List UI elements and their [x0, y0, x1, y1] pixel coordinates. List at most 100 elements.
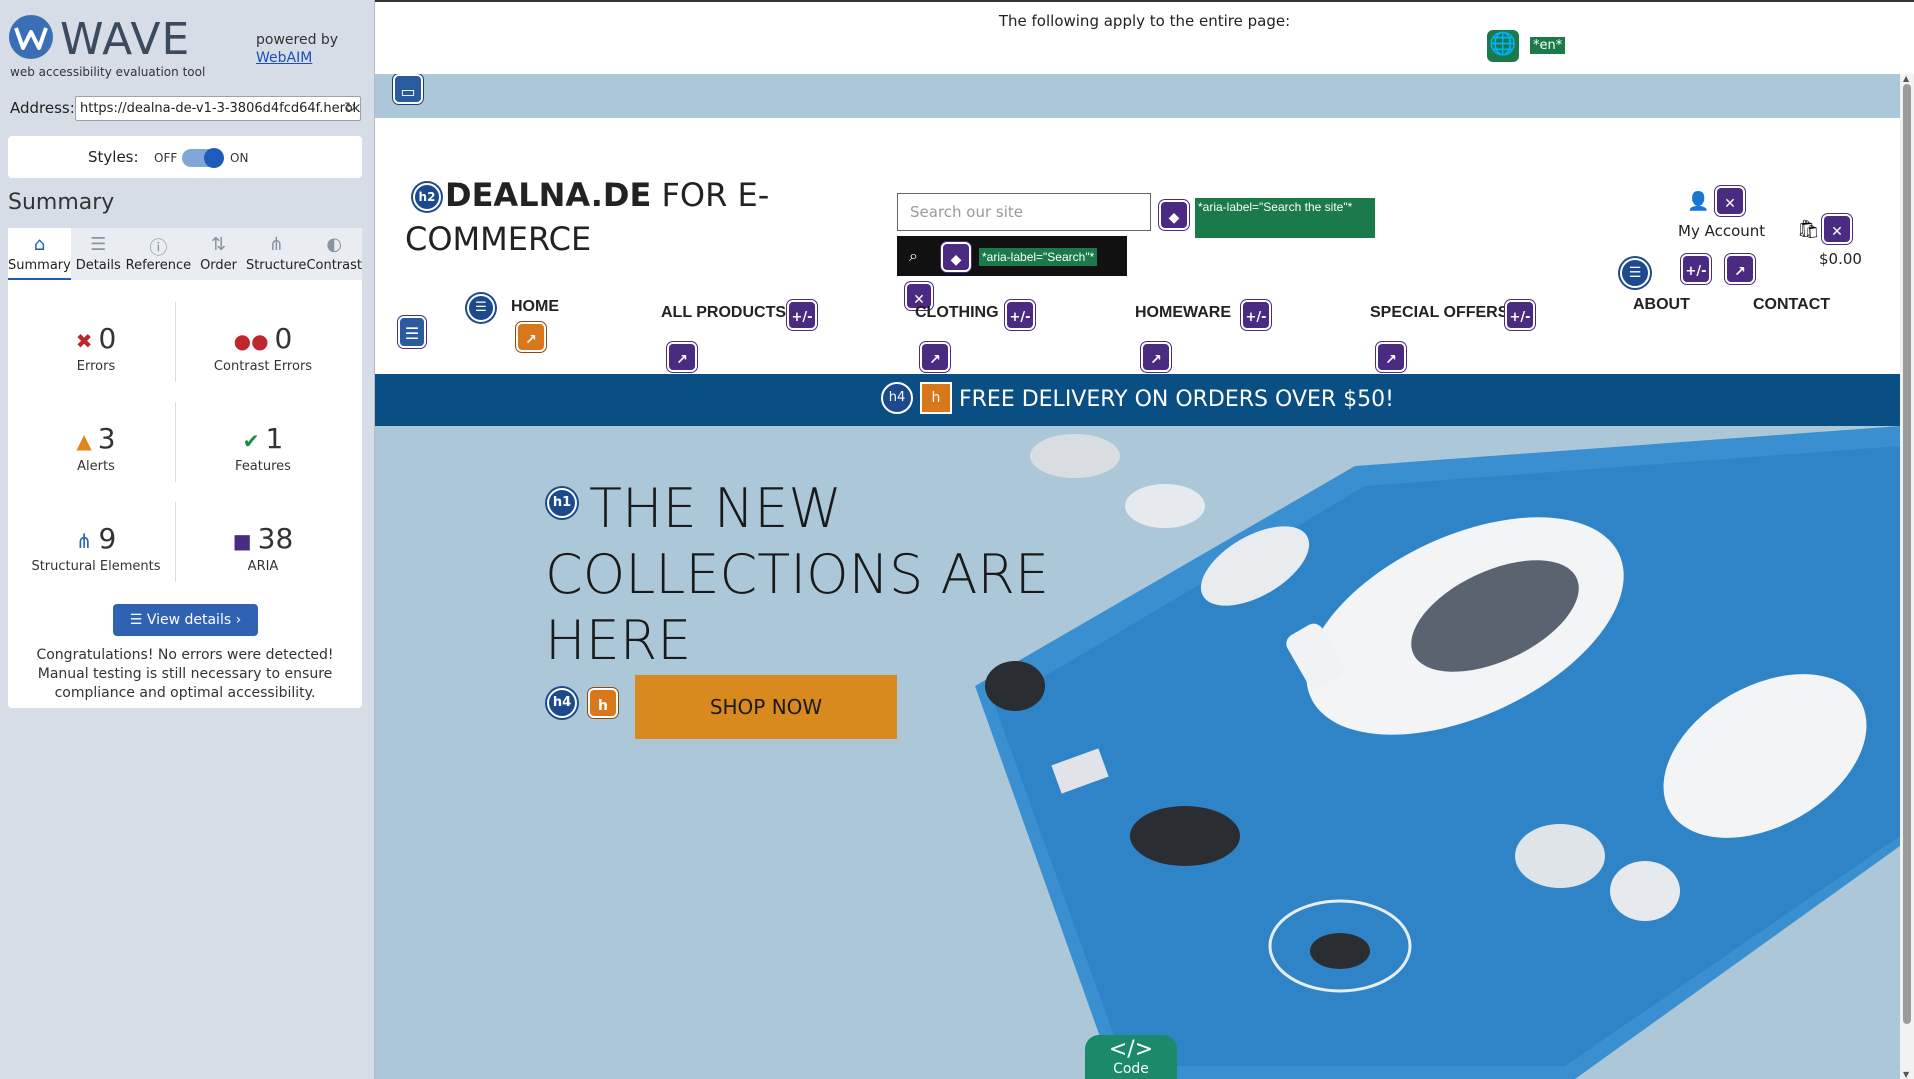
search-input[interactable]: Search our site	[897, 193, 1151, 231]
aria-popup-icon[interactable]: ↗	[1141, 342, 1171, 372]
aria-expanded-icon[interactable]: +/-	[1681, 254, 1711, 284]
aria-search-site-label: *aria-label="Search the site"*	[1195, 198, 1375, 238]
home-icon: ⌂	[33, 234, 46, 255]
tab-label: Reference	[125, 258, 192, 273]
site-title-bold: DEALNA.DE	[445, 176, 652, 214]
structural-count: 9	[98, 522, 117, 555]
tab-contrast[interactable]: ◐ Contrast	[306, 228, 362, 280]
hero-section: h1 THE NEW COLLECTIONS ARE HERE h4 h SHO…	[375, 426, 1900, 1079]
aria-tag-icon[interactable]: ◆	[1159, 200, 1189, 230]
page-scrollbar[interactable]: ▲ ▼	[1900, 74, 1914, 1079]
reload-icon[interactable]: ↻	[344, 100, 356, 116]
tab-reference[interactable]: ⓘ Reference	[126, 228, 191, 280]
nav-special-offers[interactable]: SPECIAL OFFERS	[1370, 304, 1508, 322]
cart-total[interactable]: $0.00	[1819, 250, 1862, 268]
tab-label: Order	[200, 258, 238, 273]
h4-badge[interactable]: h4	[880, 382, 913, 414]
aria-hidden-icon[interactable]: ✕	[1715, 186, 1745, 216]
aria-hidden-icon[interactable]: ✕	[1822, 214, 1852, 244]
wave-logo-text: WAVE	[60, 14, 191, 65]
errors-stat[interactable]: ✖ 0 Errors	[16, 322, 176, 374]
features-count: 1	[265, 422, 284, 455]
heading-alert-icon[interactable]: h	[588, 688, 618, 718]
redundant-link-alert-icon[interactable]: ↗	[516, 322, 546, 352]
feature-icon: ✔	[242, 429, 260, 453]
aria-stat[interactable]: ■ 38 ARIA	[183, 522, 343, 574]
list-icon[interactable]: ☰	[1620, 258, 1650, 288]
alerts-label: Alerts	[77, 459, 115, 474]
tab-order[interactable]: ⇅ Order	[191, 228, 246, 280]
nav-clothing[interactable]: CLOTHING	[915, 304, 999, 322]
view-details-button[interactable]: ☰ View details ›	[113, 604, 258, 636]
aria-tag-icon[interactable]: ◆	[941, 242, 971, 272]
language-badge[interactable]: *en*	[1530, 37, 1566, 54]
h4-badge[interactable]: h4	[547, 688, 577, 718]
globe-icon[interactable]: 🌐	[1487, 30, 1519, 62]
scroll-up-icon[interactable]: ▲	[1903, 74, 1909, 83]
site-header: h2 DEALNA.DE FOR E-COMMERCE Search our s…	[375, 118, 1900, 374]
page-notice-text: The following apply to the entire page:	[998, 12, 1291, 30]
view-details-label: View details ›	[146, 612, 242, 628]
aria-popup-icon[interactable]: ↗	[1376, 342, 1406, 372]
tab-label: Details	[75, 258, 121, 273]
powered-by-label: powered by	[256, 32, 339, 48]
code-label: Code	[1113, 1061, 1149, 1077]
heading-alert-icon[interactable]: h	[919, 382, 952, 414]
user-icon[interactable]: 👤	[1687, 191, 1709, 212]
contrast-errors-stat[interactable]: ●● 0 Contrast Errors	[183, 322, 343, 374]
tab-label: Contrast	[306, 258, 362, 273]
contrast-error-icon: ●●	[233, 329, 269, 353]
evaluated-page: ▭ h2 DEALNA.DE FOR E-COMMERCE Search our…	[375, 74, 1900, 1079]
styles-toggle[interactable]	[182, 148, 224, 168]
address-label: Address:	[10, 99, 75, 117]
wave-sidebar: WAVE web accessibility evaluation tool p…	[0, 0, 375, 1079]
alert-icon: ▲	[76, 429, 92, 453]
tab-details[interactable]: ☰ Details	[71, 228, 126, 280]
congrats-message: Congratulations! No errors were detected…	[36, 647, 334, 701]
nav-landmark-icon[interactable]: ☰	[398, 316, 426, 348]
nav-all-products[interactable]: ALL PRODUCTS	[661, 304, 786, 322]
nav-homeware[interactable]: HOMEWARE	[1135, 304, 1231, 322]
aria-popup-icon[interactable]: ↗	[920, 342, 950, 372]
nav-home[interactable]: HOME	[511, 298, 559, 316]
scroll-down-icon[interactable]: ▼	[1903, 1070, 1909, 1079]
styles-label: Styles:	[88, 148, 139, 166]
nav-about[interactable]: ABOUT	[1633, 296, 1690, 314]
powered-by: powered by WebAIM	[256, 31, 338, 67]
features-label: Features	[235, 459, 291, 474]
webaim-link[interactable]: WebAIM	[256, 50, 312, 66]
list-icon: ☰	[129, 612, 147, 628]
alerts-count: 3	[97, 422, 116, 455]
hero-product-image	[975, 426, 1900, 1079]
tab-structure[interactable]: ⋔ Structure	[246, 228, 306, 280]
site-title[interactable]: DEALNA.DE FOR E-COMMERCE	[405, 173, 805, 261]
nav-contact[interactable]: CONTACT	[1753, 296, 1830, 314]
list-icon[interactable]: ☰	[467, 294, 495, 322]
cart-icon[interactable]: 🛍	[1797, 219, 1820, 240]
aria-popup-icon[interactable]: ↗	[1725, 254, 1755, 284]
wave-tabs: ⌂ Summary ☰ Details ⓘ Reference ⇅ Order …	[8, 228, 362, 280]
aria-expanded-icon[interactable]: +/-	[1241, 300, 1271, 330]
code-toggle-button[interactable]: </> Code	[1085, 1035, 1177, 1079]
shop-now-button[interactable]: SHOP NOW	[635, 675, 897, 739]
address-field[interactable]: https://dealna-de-v1-3-3806d4fcd64f.hero…	[75, 96, 361, 121]
aria-expanded-icon[interactable]: +/-	[1005, 300, 1035, 330]
aria-popup-icon[interactable]: ↗	[667, 342, 697, 372]
scrollbar-thumb[interactable]	[1903, 84, 1911, 1024]
wave-tagline: web accessibility evaluation tool	[10, 65, 206, 79]
my-account-link[interactable]: My Account	[1678, 222, 1765, 240]
aria-icon: ■	[232, 529, 252, 553]
hero-title-text: THE NEW COLLECTIONS ARE HERE	[545, 477, 1050, 672]
alerts-stat[interactable]: ▲ 3 Alerts	[16, 422, 176, 474]
search-button[interactable]: ⌕ ◆ *aria-label="Search"*	[897, 236, 1127, 276]
landmark-icon[interactable]: ▭	[393, 74, 423, 104]
tab-summary[interactable]: ⌂ Summary	[8, 228, 71, 280]
aria-expanded-icon[interactable]: +/-	[787, 300, 817, 330]
contrast-errors-count: 0	[274, 322, 293, 355]
structural-label: Structural Elements	[31, 559, 161, 574]
aria-expanded-icon[interactable]: +/-	[1505, 300, 1535, 330]
page-notice-bar: The following apply to the entire page: …	[375, 0, 1914, 74]
promo-text: FREE DELIVERY ON ORDERS OVER $50!	[958, 387, 1394, 412]
structural-stat[interactable]: ⋔ 9 Structural Elements	[16, 522, 176, 574]
features-stat[interactable]: ✔ 1 Features	[183, 422, 343, 474]
